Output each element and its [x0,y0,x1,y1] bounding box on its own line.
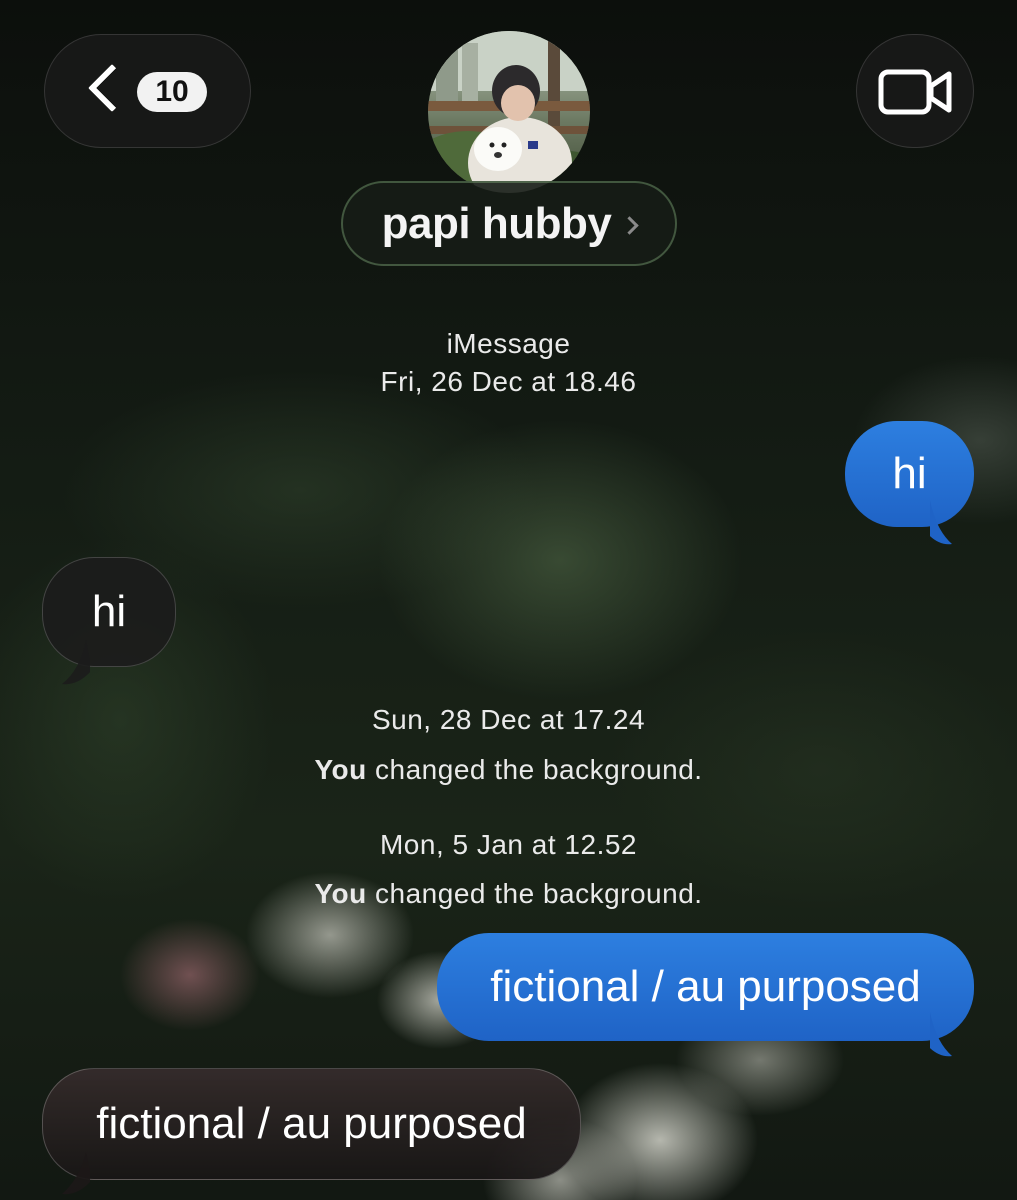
timestamp: Mon, 5 Jan at 12.52 [379,829,637,860]
message-text: hi [91,587,127,636]
system-event: You changed the background. [0,754,1017,786]
event-actor: You [314,878,367,909]
service-label: iMessage [446,328,571,359]
event-actor: You [314,754,367,785]
back-button[interactable]: 10 [44,34,251,148]
video-camera-icon [878,69,952,115]
video-call-button[interactable] [856,34,974,148]
chevron-left-icon [87,63,137,113]
bubble-tail [62,640,90,685]
message-bubble-sent[interactable]: fictional / au purposed [437,933,974,1041]
contact-name-button[interactable]: papi hubby [341,181,677,266]
message-text: hi [892,449,927,498]
event-text: changed the background. [366,878,703,909]
bubble-tail [62,1152,90,1195]
timestamp: Sun, 28 Dec at 17.24 [371,704,646,735]
contact-avatar[interactable] [428,31,590,193]
chevron-right-icon [620,216,640,235]
contact-name: papi hubby [381,198,612,248]
unread-count-badge: 10 [137,72,207,112]
bubble-tail [930,1012,952,1057]
system-event: You changed the background. [0,878,1017,910]
message-bubble-received[interactable]: fictional / au purposed [42,1068,581,1180]
message-bubble-sent[interactable]: hi [845,421,974,527]
message-text: fictional / au purposed [96,1099,527,1148]
event-text: changed the background. [366,754,703,785]
bubble-tail [930,500,952,545]
message-text: fictional / au purposed [490,962,921,1011]
timestamp: Fri, 26 Dec at 18.46 [380,366,637,397]
